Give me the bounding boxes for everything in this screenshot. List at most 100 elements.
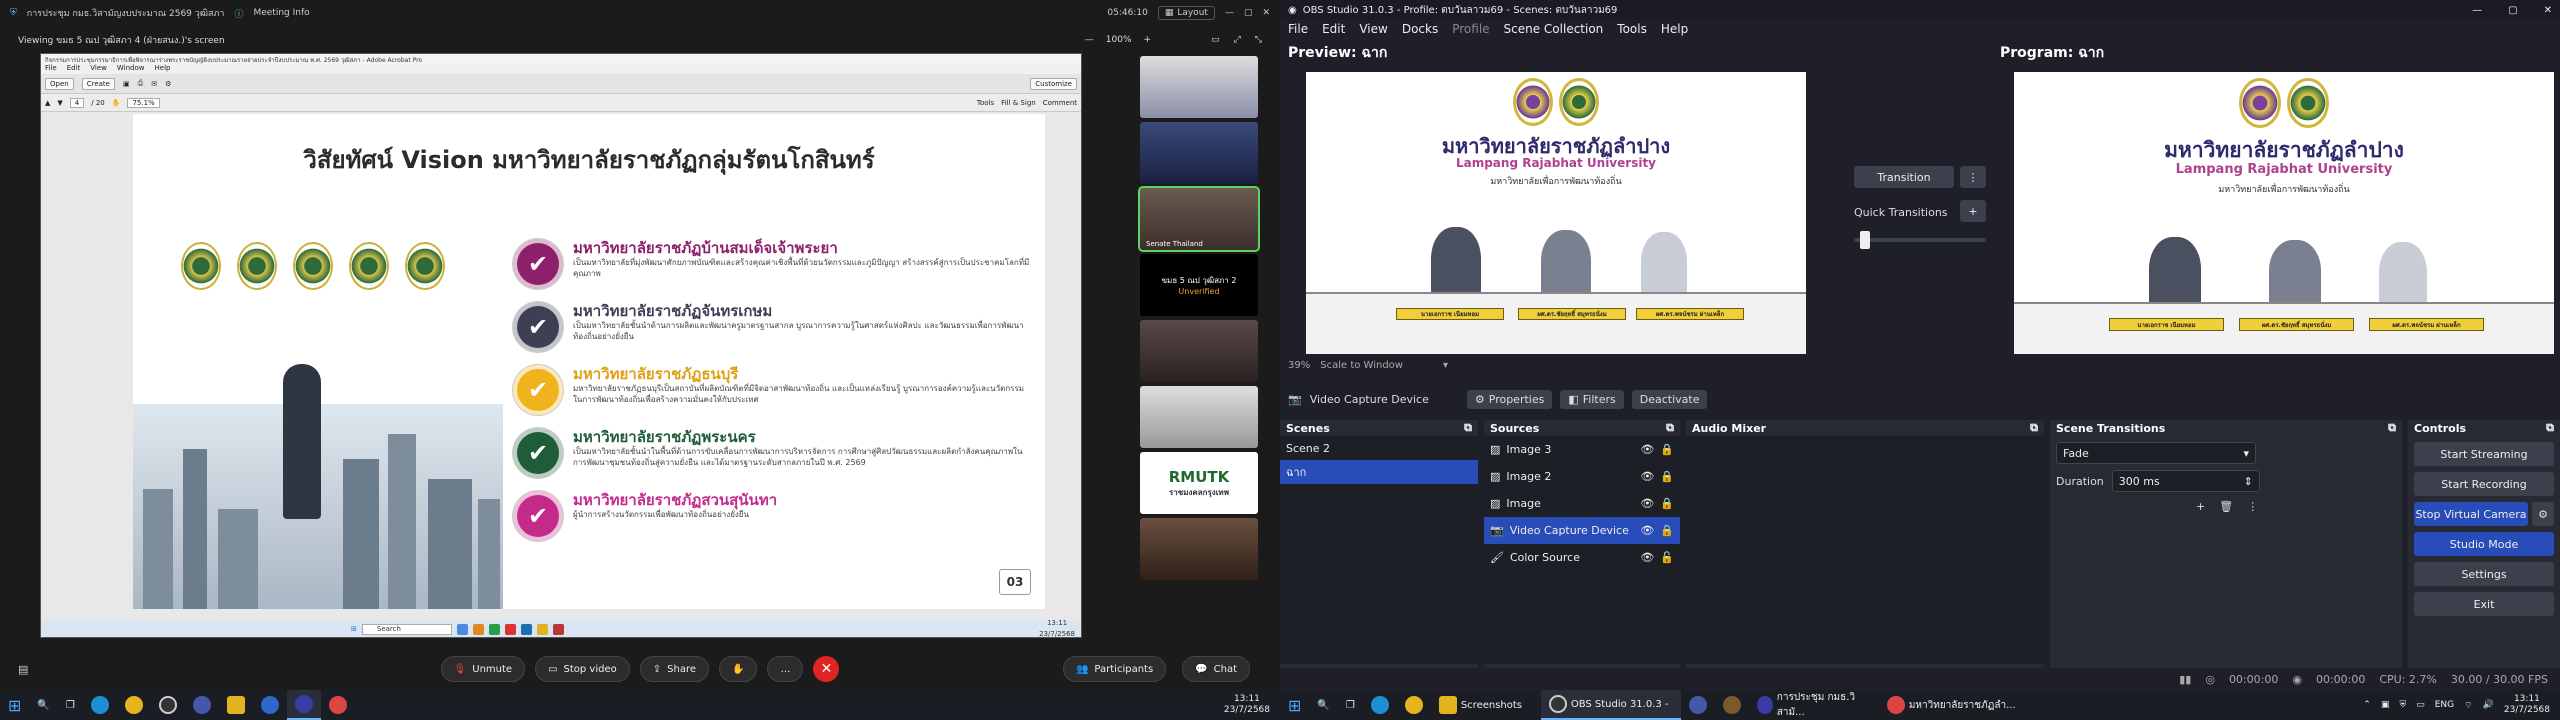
edge-icon[interactable] [83,690,117,720]
minimize-icon[interactable]: — [1225,8,1234,18]
unlock-icon[interactable]: 🔓 [1660,551,1674,564]
undock-icon[interactable]: ⧉ [1666,421,1674,435]
taskbar-clock[interactable]: 13:11 23/7/2568 [2504,694,2550,716]
maximize-icon[interactable]: ▢ [1244,8,1253,18]
menu-help[interactable]: Help [1661,22,1688,36]
taskview-icon[interactable]: ❐ [58,690,83,720]
deactivate-button[interactable]: Deactivate [1631,389,1708,409]
maximize-icon[interactable]: ▢ [2508,5,2517,16]
duration-input[interactable]: 300 ms ⇕ [2111,470,2260,492]
eye-icon[interactable]: 👁 [1640,443,1654,456]
participant-video[interactable]: ขมธ 5 ณป วุฒิสภา 2 Unverified [1140,254,1258,316]
chevron-down-icon[interactable]: ▾ [1443,360,1448,371]
settings-icon[interactable]: ⚙ [165,80,171,88]
source-item[interactable]: ▨ Image 3 👁 🔒 [1484,436,1680,463]
app-icon[interactable] [1715,690,1749,720]
chat-button[interactable]: 💬 Chat [1182,656,1250,682]
zoom-app-icon[interactable] [286,690,321,720]
exit-button[interactable]: Exit [2414,592,2554,616]
undock-icon[interactable]: ⧉ [2030,421,2038,435]
close-icon[interactable]: ✕ [2544,5,2552,16]
security-icon[interactable]: ⛨ [2399,700,2406,710]
ellipsis-vertical-icon[interactable]: ⋮ [2247,500,2258,513]
menu-edit[interactable]: Edit [67,64,81,74]
participant-video[interactable] [1140,122,1258,184]
edge-icon[interactable] [1363,690,1397,720]
settings-button[interactable]: Settings [2414,562,2554,586]
zoom-level[interactable]: 100% [1106,35,1132,45]
next-page-icon[interactable]: ▼ [57,99,62,107]
scene-item[interactable]: ฉาก [1280,460,1478,484]
menu-view[interactable]: View [90,64,107,74]
menu-file[interactable]: File [45,64,57,74]
start-streaming-button[interactable]: Start Streaming [2414,442,2554,466]
source-item[interactable]: ▨ Image 👁 🔒 [1484,490,1680,517]
save-icon[interactable]: ▣ [123,80,130,88]
popout-icon[interactable]: ⤢ [1234,35,1241,45]
taskbar-item[interactable]: การประชุม กมธ.วิสามั... [1749,690,1879,720]
prev-page-icon[interactable]: ▲ [45,99,50,107]
taskbar-item[interactable]: OBS Studio 31.0.3 - [1540,690,1681,720]
customize-button[interactable]: Customize [1030,77,1077,90]
info-icon[interactable]: ⓘ [234,7,243,20]
chrome-icon[interactable] [117,690,151,720]
start-button[interactable]: ⊞ [1280,690,1309,720]
studio-mode-button[interactable]: Studio Mode [2414,532,2554,556]
more-button[interactable]: … [767,656,804,682]
lock-icon[interactable]: 🔒 [1660,524,1674,537]
scene-item[interactable]: Scene 2 [1280,436,1478,460]
menu-docks[interactable]: Docks [1402,22,1438,36]
virtual-camera-settings-icon[interactable]: ⚙ [2532,502,2554,526]
menu-window[interactable]: Window [117,64,145,74]
app-tray-icon[interactable]: ▣ [2381,700,2390,710]
mail-icon[interactable]: ✉ [151,80,157,88]
stop-virtual-camera-button[interactable]: Stop Virtual Camera [2414,502,2528,526]
properties-button[interactable]: ⚙ Properties [1466,389,1553,409]
add-icon[interactable]: + [2196,500,2205,513]
menu-help[interactable]: Help [155,64,171,74]
transition-slider-handle[interactable] [1860,231,1871,249]
app-icon[interactable] [253,690,287,720]
taskbar-item[interactable]: Screenshots [1431,690,1541,720]
minimize-share-icon[interactable]: ▭ [1211,35,1220,45]
app-icon[interactable] [185,690,219,720]
lock-icon[interactable]: 🔒 [1660,443,1674,456]
transition-slider[interactable] [1854,231,1986,249]
start-button[interactable]: ⊞ [0,690,29,720]
source-item[interactable]: 🖌 Color Source 👁 🔓 [1484,544,1680,571]
eye-icon[interactable]: 👁 [1640,524,1654,537]
meeting-info-link[interactable]: Meeting Info [253,8,309,18]
participants-button[interactable]: 👥 Participants [1062,656,1167,682]
source-item[interactable]: ▨ Image 2 👁 🔒 [1484,463,1680,490]
participant-video[interactable] [1140,518,1258,580]
menu-edit[interactable]: Edit [1322,22,1345,36]
preview-canvas[interactable]: มหาวิทยาลัยราชภัฏลำปาง Lampang Rajabhat … [1306,72,1806,354]
fill-sign-tab[interactable]: Fill & Sign [1001,99,1036,107]
menu-scene-collection[interactable]: Scene Collection [1504,22,1604,36]
scale-mode[interactable]: Scale to Window [1320,360,1403,371]
fullscreen-icon[interactable]: ⤡ [1255,35,1262,45]
menu-file[interactable]: File [1288,22,1308,36]
participant-video[interactable]: Senate Thailand [1138,186,1260,252]
eye-icon[interactable]: 👁 [1640,551,1654,564]
folder-icon[interactable] [219,690,253,720]
print-icon[interactable]: ⎙ [138,79,144,88]
chrome-icon[interactable] [321,690,355,720]
transition-menu-button[interactable]: ⋮ [1960,166,1986,188]
battery-icon[interactable]: ▭ [2416,700,2425,710]
transition-button[interactable]: Transition [1854,166,1954,188]
search-icon[interactable]: 🔍 [29,690,57,720]
participant-video[interactable] [1140,386,1258,448]
source-item[interactable]: 📷 Video Capture Device 👁 🔒 [1484,517,1680,544]
taskview-icon[interactable]: ❐ [1338,690,1363,720]
eye-icon[interactable]: 👁 [1640,497,1654,510]
search-icon[interactable]: 🔍 [1309,690,1337,720]
app-icon[interactable] [1681,690,1715,720]
menu-view[interactable]: View [1359,22,1387,36]
create-button[interactable]: Create [81,77,115,90]
trash-icon[interactable]: 🗑 [2219,500,2233,513]
zoom-in-icon[interactable]: + [1144,35,1152,45]
chevron-up-icon[interactable]: ⌃ [2363,700,2371,710]
lock-icon[interactable]: 🔒 [1660,497,1674,510]
menu-profile[interactable]: Profile [1452,22,1489,36]
